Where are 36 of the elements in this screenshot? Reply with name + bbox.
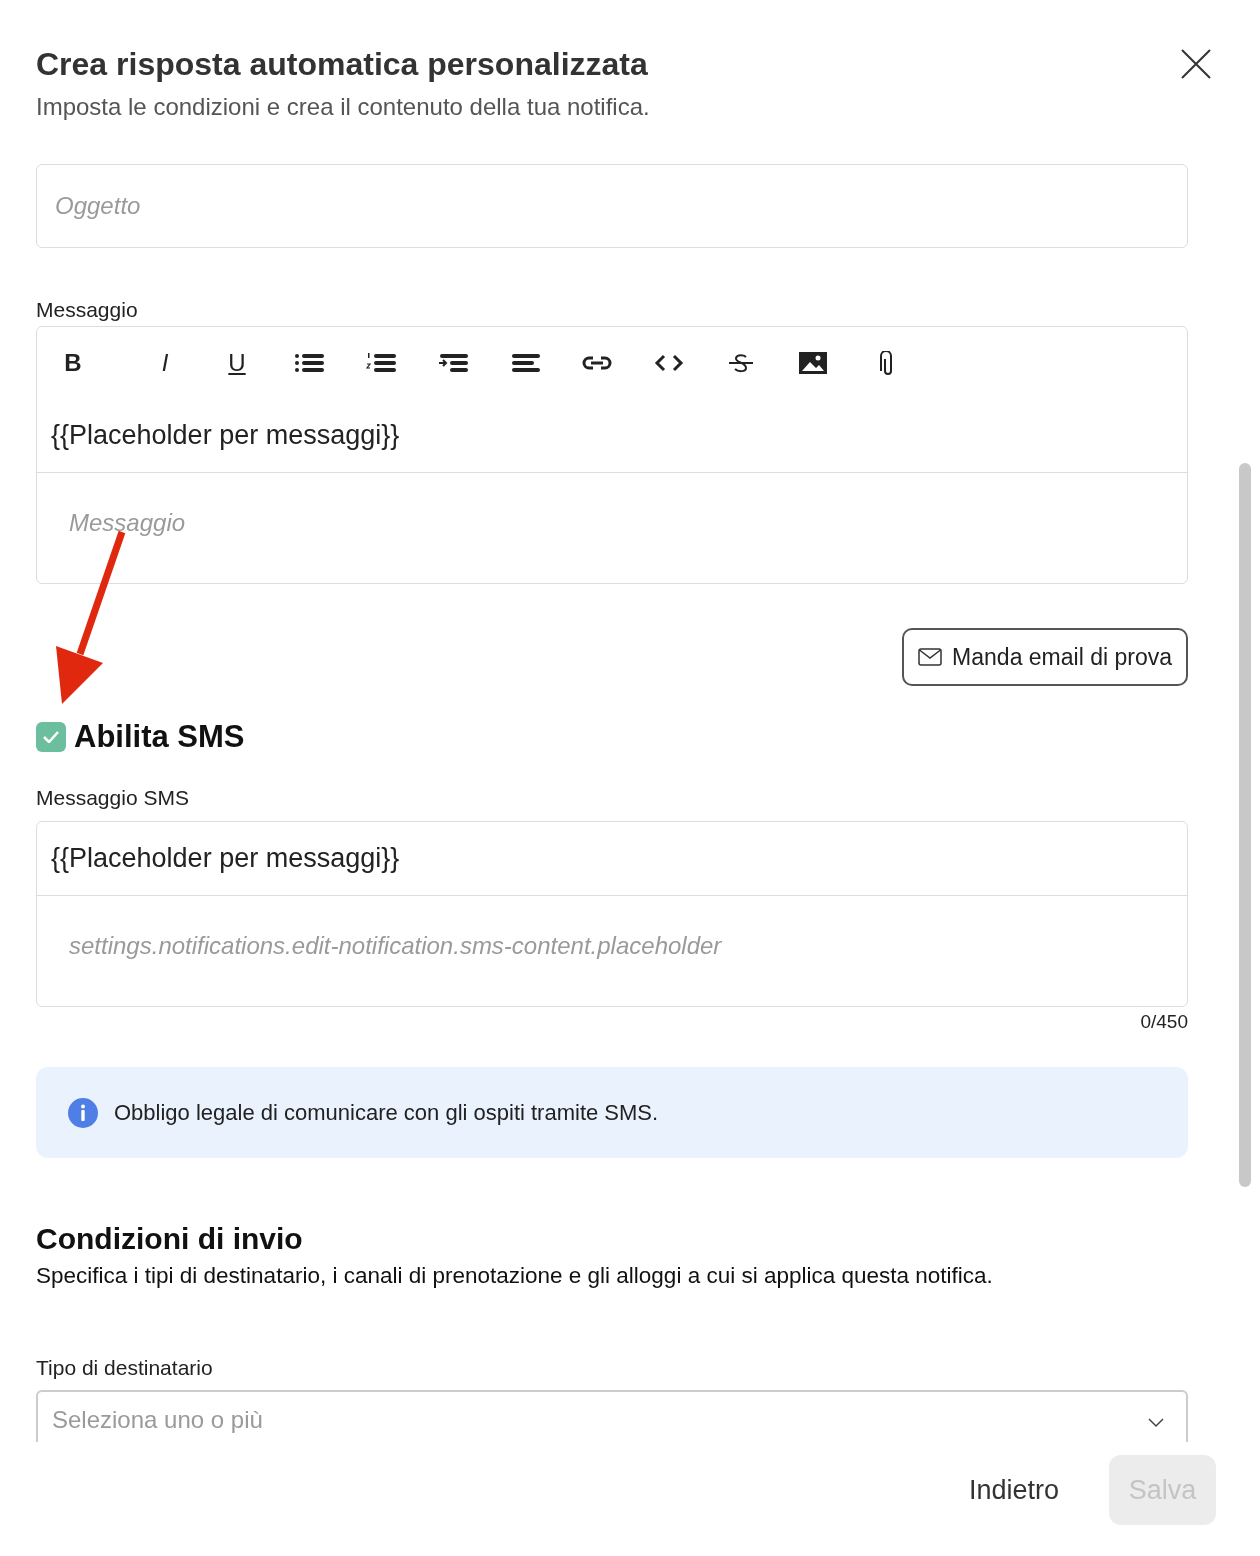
numbered-list-icon [366, 351, 396, 375]
dialog-subtitle: Imposta le condizioni e crea il contenuto della tua notifica. [36, 92, 651, 122]
close-icon [1181, 49, 1211, 79]
check-icon [43, 731, 59, 743]
bold-button[interactable]: B [57, 343, 89, 383]
chevron-down-icon [1148, 1418, 1164, 1428]
back-button[interactable]: Indietro [958, 1455, 1069, 1525]
test-email-button[interactable]: Manda email di prova [902, 628, 1188, 686]
sms-checkbox[interactable] [36, 722, 66, 752]
info-text: Obbligo legale di comunicare con gli ospiti tramite SMS. [114, 1099, 659, 1127]
italic-button[interactable]: I [129, 343, 201, 383]
dialog-title: Crea risposta automatica personalizzata [36, 45, 648, 84]
select-placeholder: Seleziona uno o più [52, 1405, 263, 1435]
underline-button[interactable]: U [201, 343, 273, 383]
field-label: Messaggio SMS [36, 785, 190, 811]
section-description: Specifica i tipi di destinatario, i canali di prenotazione e gli alloggi a cui si applica questa notifica. [36, 1262, 994, 1290]
character-counter: 0/450 [1139, 1010, 1188, 1034]
envelope-icon [918, 647, 943, 667]
placeholder-text: Messaggio [69, 509, 186, 536]
indent-icon [438, 351, 468, 375]
info-icon [68, 1097, 98, 1128]
strikethrough-icon [726, 351, 756, 375]
placeholder-text: settings.notifications.edit-notification.sms-content.placeholder [69, 932, 722, 959]
bullet-list-icon [294, 351, 324, 375]
field-label: Messaggio [36, 297, 139, 323]
image-icon [798, 351, 828, 375]
placeholder-token: {{Placeholder per messaggi}} [37, 822, 1187, 896]
align-left-icon [510, 351, 540, 375]
sms-message-editor[interactable]: {{Placeholder per messaggi}} settings.notifications.edit-notification.sms-content.placeholder [36, 821, 1188, 1007]
scrollbar-thumb[interactable] [1239, 463, 1251, 1187]
placeholder-token: {{Placeholder per messaggi}} [37, 399, 1187, 473]
message-editor[interactable]: B I U {{Placeholder per messaggi}} Messaggio [36, 326, 1188, 584]
field-label: Tipo di destinatario [36, 1355, 214, 1381]
section-title: Condizioni di invio [36, 1221, 304, 1257]
subject-field[interactable]: Oggetto [36, 164, 1188, 248]
checkbox-label: Abilita SMS [74, 720, 245, 754]
